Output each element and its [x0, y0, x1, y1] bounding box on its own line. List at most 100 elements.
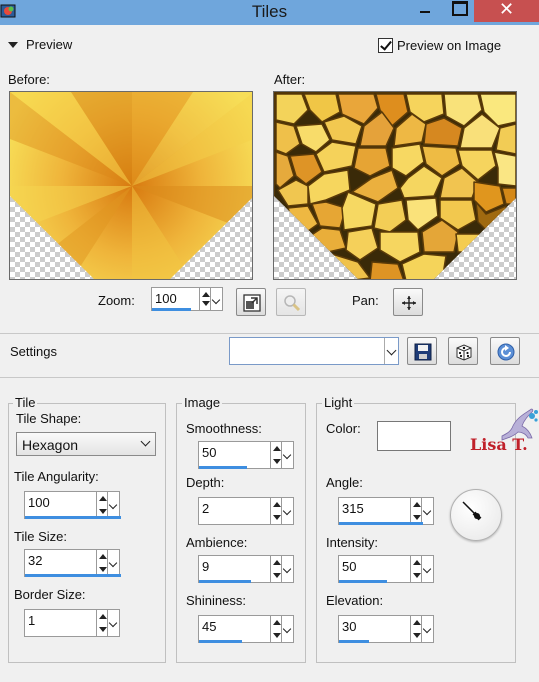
shininess-value: 45 [202, 619, 217, 634]
intensity-stepper[interactable] [410, 556, 421, 582]
preview-on-image-checkbox[interactable] [378, 38, 393, 53]
magnifier-icon [284, 295, 301, 312]
shininess-dropdown[interactable] [281, 616, 293, 642]
after-preview [273, 91, 517, 280]
zoom-value: 100 [155, 291, 177, 306]
zoom-label: Zoom: [98, 293, 135, 308]
title-bar: Tiles ✕ [0, 0, 539, 25]
zoom-progress-bar [152, 308, 191, 311]
tile-size-value: 32 [28, 553, 43, 568]
before-label: Before: [8, 72, 50, 87]
watermark-logo: Lisa T. [466, 404, 539, 459]
collapse-arrow-icon [8, 41, 18, 48]
tile-angularity-bar [25, 516, 121, 519]
intensity-dropdown[interactable] [421, 556, 433, 582]
ambience-dropdown[interactable] [281, 556, 293, 582]
tile-angularity-dropdown[interactable] [107, 492, 119, 518]
angle-value: 315 [342, 501, 364, 516]
shininess-spinbox[interactable]: 45 [198, 615, 294, 643]
angle-dial[interactable] [450, 489, 502, 541]
intensity-spinbox[interactable]: 50 [338, 555, 434, 583]
zoom-stepper[interactable] [199, 288, 210, 310]
angle-bar [339, 522, 423, 525]
randomize-button[interactable] [448, 337, 478, 365]
tile-size-spinbox[interactable]: 32 [24, 549, 121, 577]
zoom-spinbox[interactable]: 100 [151, 287, 223, 311]
depth-dropdown[interactable] [281, 498, 293, 524]
reset-icon [497, 343, 515, 361]
save-preset-button[interactable] [407, 337, 437, 365]
border-size-label: Border Size: [14, 587, 86, 602]
tile-size-bar [25, 574, 121, 577]
zoom-fit-button[interactable] [236, 288, 266, 316]
tile-shape-select[interactable]: Hexagon [16, 432, 156, 456]
preview-section-label: Preview [26, 37, 73, 52]
preset-dropdown-chevron-icon[interactable] [384, 338, 398, 364]
reset-button[interactable] [490, 337, 520, 365]
intensity-label: Intensity: [326, 535, 379, 550]
image-group-legend: Image [182, 395, 223, 410]
preset-combobox[interactable] [229, 337, 399, 365]
zoom-dropdown[interactable] [210, 288, 222, 310]
angle-stepper[interactable] [410, 498, 421, 524]
border-size-value: 1 [28, 613, 36, 628]
tile-angularity-stepper[interactable] [96, 492, 107, 518]
angle-label: Angle: [326, 475, 363, 490]
tile-size-dropdown[interactable] [107, 550, 119, 576]
elevation-spinbox[interactable]: 30 [338, 615, 434, 643]
border-size-spinbox[interactable]: 1 [24, 609, 120, 637]
shininess-stepper[interactable] [270, 616, 281, 642]
dice-icon [456, 344, 472, 361]
border-size-dropdown[interactable] [107, 610, 119, 636]
intensity-value: 50 [342, 559, 357, 574]
depth-label: Depth: [186, 475, 225, 490]
after-label: After: [274, 72, 306, 87]
before-image [10, 92, 252, 279]
ambience-stepper[interactable] [270, 556, 281, 582]
angle-dropdown[interactable] [421, 498, 433, 524]
move-icon [402, 296, 416, 310]
ambience-value: 9 [202, 559, 210, 574]
color-label: Color: [326, 421, 361, 436]
border-size-stepper[interactable] [96, 610, 107, 636]
ambience-label: Ambience: [186, 535, 248, 550]
tile-angularity-label: Tile Angularity: [14, 469, 99, 484]
depth-stepper[interactable] [270, 498, 281, 524]
preview-on-image-label: Preview on Image [397, 38, 502, 53]
section-divider-2 [0, 377, 539, 378]
maximize-button[interactable] [444, 0, 474, 22]
tile-shape-label: Tile Shape: [16, 411, 82, 426]
tile-angularity-value: 100 [28, 495, 50, 510]
angle-spinbox[interactable]: 315 [338, 497, 434, 525]
tile-size-stepper[interactable] [96, 550, 107, 576]
tile-angularity-spinbox[interactable]: 100 [24, 491, 121, 519]
smoothness-spinbox[interactable]: 50 [198, 441, 294, 469]
zoom-actual-button[interactable] [276, 288, 306, 316]
pan-button[interactable] [393, 288, 423, 316]
tile-shape-value: Hexagon [22, 437, 79, 453]
pan-label: Pan: [352, 293, 379, 308]
settings-label: Settings [10, 344, 57, 359]
dial-needle-icon [462, 501, 482, 521]
chevron-down-icon [140, 436, 151, 447]
smoothness-stepper[interactable] [270, 442, 281, 468]
elevation-dropdown[interactable] [421, 616, 433, 642]
ambience-spinbox[interactable]: 9 [198, 555, 294, 583]
smoothness-value: 50 [202, 445, 217, 460]
depth-spinbox[interactable]: 2 [198, 497, 294, 525]
elevation-stepper[interactable] [410, 616, 421, 642]
light-color-swatch[interactable] [377, 421, 451, 451]
floppy-disk-icon [414, 343, 432, 361]
light-group-legend: Light [322, 395, 355, 410]
before-preview [9, 91, 253, 280]
smoothness-dropdown[interactable] [281, 442, 293, 468]
close-button[interactable]: ✕ [474, 0, 539, 22]
section-divider [0, 333, 539, 334]
smoothness-label: Smoothness: [186, 421, 262, 436]
ambience-bar [199, 580, 251, 583]
tile-size-label: Tile Size: [14, 529, 67, 544]
minimize-button[interactable] [410, 0, 440, 22]
zoom-fit-icon [243, 294, 261, 312]
after-image [274, 92, 516, 279]
preview-section-toggle[interactable]: Preview [8, 37, 72, 52]
